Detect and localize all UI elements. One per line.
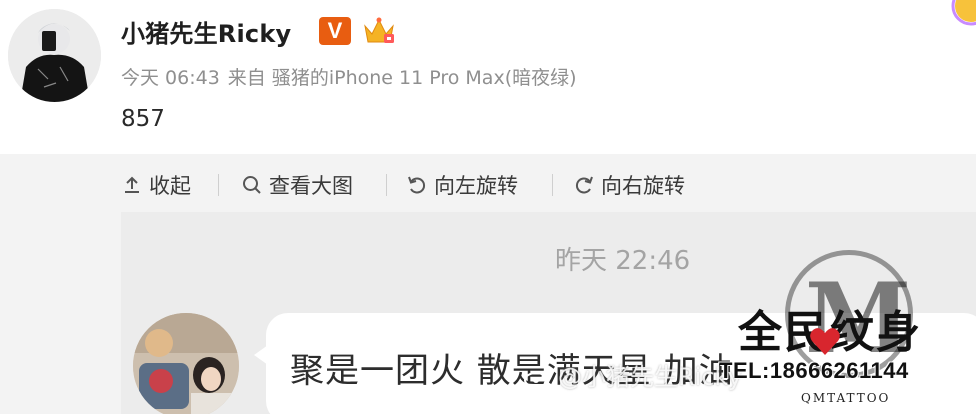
rotate-left-label: 向左旋转 xyxy=(434,174,518,198)
weibo-post-header: 小猪先生Ricky V 今天 06:43 来自 骚猪的iPhone 11 Pro … xyxy=(0,0,976,154)
verified-v-icon: V xyxy=(319,17,351,45)
rotate-right-icon xyxy=(576,176,593,194)
post-content: 857 xyxy=(121,106,165,132)
view-large-label: 查看大图 xyxy=(269,174,353,198)
rotate-right-label: 向右旋转 xyxy=(601,174,685,198)
rotate-left-icon xyxy=(408,176,425,194)
post-source: 来自 骚猪的iPhone 11 Pro Max(暗夜绿) xyxy=(227,67,577,89)
divider xyxy=(386,174,387,196)
collapse-button[interactable]: 收起 xyxy=(121,172,191,198)
weibo-watermark: @小猪先生Ricky xyxy=(524,357,742,392)
rotate-right-button[interactable]: 向右旋转 xyxy=(573,172,685,198)
weibo-logo-icon xyxy=(524,369,551,388)
tattoo-stamp-tel: TEL:18666261144 xyxy=(719,358,909,383)
tattoo-stamp-brand: QMTATTOO xyxy=(801,391,891,405)
weibo-watermark-text: @小猪先生Ricky xyxy=(558,363,742,391)
rotate-left-button[interactable]: 向左旋转 xyxy=(406,172,518,198)
collapse-icon xyxy=(125,176,139,193)
view-large-button[interactable]: 查看大图 xyxy=(241,172,353,198)
chat-avatar xyxy=(133,313,239,414)
username[interactable]: 小猪先生Ricky xyxy=(121,14,291,49)
divider xyxy=(552,174,553,196)
post-time[interactable]: 今天 06:43 xyxy=(121,67,220,89)
decoration-icon xyxy=(951,0,976,26)
chat-timestamp: 昨天 22:46 xyxy=(555,246,691,276)
post-meta: 今天 06:43 来自 骚猪的iPhone 11 Pro Max(暗夜绿) xyxy=(121,63,585,90)
collapse-label: 收起 xyxy=(149,174,191,198)
crown-member-icon xyxy=(364,17,394,43)
divider xyxy=(218,174,219,196)
search-icon xyxy=(243,176,261,194)
user-avatar[interactable] xyxy=(8,9,101,102)
heart-icon xyxy=(810,328,840,355)
image-toolbar: 收起 查看大图 向左旋转 向右旋转 xyxy=(0,154,976,212)
